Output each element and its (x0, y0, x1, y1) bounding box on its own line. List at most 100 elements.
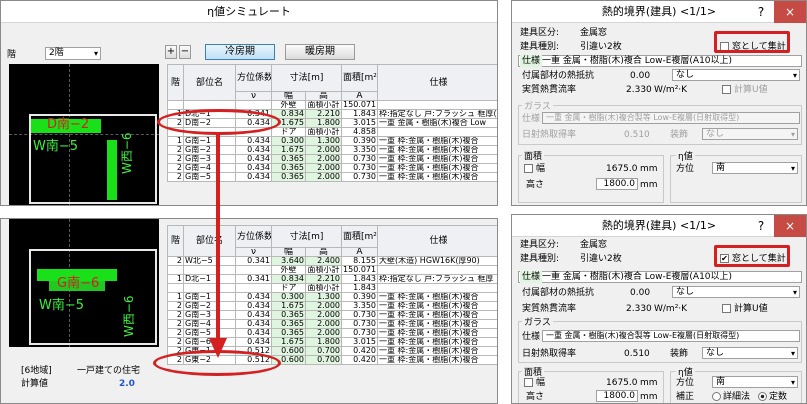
frame-res-select[interactable]: なし (672, 69, 800, 81)
add-button[interactable]: + (165, 45, 177, 59)
table-cell: 0.730 (341, 319, 379, 329)
table-cell (167, 283, 184, 293)
table-cell: 一重 枠:金属・樹脂(木)複合 (377, 337, 497, 347)
device-select[interactable]: なし (702, 128, 798, 140)
width-value: 1675.0 (606, 164, 638, 174)
type-label: 建具種別: (520, 42, 560, 52)
table-cell: 一重 枠:金属・樹脂(木)複合 (377, 310, 497, 320)
frame-res-select[interactable]: なし (672, 286, 800, 298)
table-cell: 一重 枠:金属・樹脂(木)複合 (377, 163, 497, 173)
calc-u-checkbox[interactable]: 計算U値 (722, 84, 768, 96)
table-cell: 0.834 (271, 274, 306, 284)
table-cell: 0.434 (235, 136, 272, 146)
floor-plan-view[interactable]: D南−2 W南−5 W西−6 (9, 64, 159, 205)
window-title: η値シミュレート (207, 5, 291, 18)
floor-select[interactable]: 2階 (45, 47, 101, 60)
col-height: 高 (304, 247, 343, 257)
window-title-bar: η値シミュレート (1, 1, 497, 23)
table-cell (377, 100, 497, 110)
tab-cooling[interactable]: 冷房期 (205, 44, 275, 60)
col-area-sym: A (341, 91, 379, 101)
table-cell (167, 100, 184, 110)
actual-u-label: 実質熱貫流率 (522, 85, 577, 95)
width-checkbox[interactable]: 幅 (524, 163, 545, 175)
tab-heating[interactable]: 暖房期 (285, 44, 355, 60)
table-cell: 2 (167, 145, 184, 155)
height-unit: mm (640, 392, 658, 402)
table-cell: 3.015 (341, 118, 379, 128)
table-cell: 面積小計 (304, 127, 343, 137)
frame-res-value: 0.00 (630, 288, 651, 298)
table-cell: 一重 枠:金属・樹脂(木)複合 (377, 301, 497, 311)
category-value: 金属窓 (580, 240, 608, 250)
glass-spec-field[interactable]: 一重 金属・樹脂(木)複合製等 Low-E複層(日射取得型) (542, 330, 800, 342)
table-cell: 2.210 (304, 109, 343, 119)
table-cell: 1.675 (271, 301, 306, 311)
table-cell: 0.434 (235, 154, 272, 164)
fixed-value-radio[interactable]: 定数 (758, 391, 787, 403)
table-cell: 一重 枠:金属・樹脂(木)複合 (377, 136, 497, 146)
correction-label: 補正 (676, 392, 695, 402)
table-cell: 一重 枠:金属・樹脂(木)複合 (377, 328, 497, 338)
table-cell: 枠:指定なし 戸:フラッシュ 框厚(40 (377, 109, 498, 119)
direction-select[interactable]: 南 (712, 376, 798, 388)
direction-label: 方位 (676, 164, 695, 174)
table-cell: 2.000 (304, 154, 343, 164)
col-dim: 寸法[m] (270, 64, 343, 92)
table-cell: 150.071 (341, 265, 379, 275)
table-cell: ドア (271, 127, 306, 137)
table-cell: 1 (167, 274, 184, 284)
remove-button[interactable]: − (179, 45, 191, 59)
col-coef-sym: ν (235, 247, 272, 257)
help-icon[interactable]: ? (748, 1, 774, 23)
glass-group-label: ガラス (522, 315, 553, 328)
close-icon[interactable]: × (774, 215, 806, 237)
direction-select[interactable]: 南 (712, 162, 798, 174)
table-cell: 0.341 (235, 256, 272, 266)
height-input[interactable]: 1800.0 (596, 390, 638, 402)
table-cell: 2 (167, 154, 184, 164)
device-label: 装飾 (670, 130, 689, 140)
col-part: 部位名 (183, 64, 236, 101)
width-label: 幅 (536, 378, 546, 388)
table-cell: 1.843 (341, 274, 379, 284)
height-value: 1800.0 (603, 391, 636, 401)
actual-u-label: 実質熱貫流率 (522, 304, 577, 314)
table-cell (235, 283, 272, 293)
table-cell (377, 127, 497, 137)
table-cell: 0.730 (341, 310, 379, 320)
spec-label: 仕様 (520, 55, 543, 67)
glass-spec-field[interactable]: 一重 金属・樹脂(木)複合製等 Low-E複層(日射取得型) (542, 112, 800, 124)
table-cell: 0.365 (271, 172, 306, 182)
help-icon[interactable]: ? (748, 215, 774, 237)
plan-label-wall-south: W南−5 (33, 139, 79, 154)
plan-label-wall-west: W西−6 (120, 132, 134, 174)
building-type: 一戸建ての住宅 (77, 366, 141, 376)
actual-u-value: 2.330 (626, 85, 652, 95)
plan-label-door: D南−2 (47, 117, 90, 132)
table-cell: 150.071 (341, 100, 379, 110)
table-cell: 2 (167, 310, 184, 320)
table-cell: 3.640 (271, 256, 306, 266)
width-checkbox[interactable]: 幅 (524, 377, 545, 389)
table-cell: 0.700 (304, 355, 343, 365)
table-cell: 2 (167, 328, 184, 338)
detail-method-radio[interactable]: 詳細法 (712, 391, 750, 403)
table-cell (377, 283, 497, 293)
close-icon[interactable]: × (774, 1, 806, 23)
calc-u-checkbox[interactable]: 計算U値 (722, 303, 768, 315)
device-select[interactable]: なし (702, 347, 798, 359)
arrow-down-icon (209, 134, 227, 358)
table-cell: 1.675 (271, 337, 306, 347)
table-cell: 一重 枠:金属・樹脂(木)複合 (377, 145, 497, 155)
floor-plan-view[interactable]: G南−6 W南−5 W西−6 (9, 219, 159, 347)
col-dim: 寸法[m] (270, 225, 343, 248)
table-cell: 枠:指定なし 戸:フラッシュ 框厚 (377, 274, 497, 284)
frame-res-label: 付属部材の熱抵抗 (522, 288, 595, 298)
table-cell: 1.800 (304, 118, 343, 128)
table-cell: 面積小計 (304, 265, 343, 275)
glass-spec-value: 一重 金属・樹脂(木)複合製等 Low-E複層(日射取得型) (546, 331, 740, 340)
height-input[interactable]: 1800.0 (596, 178, 638, 190)
table-cell: 2 (167, 319, 184, 329)
table-cell: 1.843 (341, 283, 379, 293)
